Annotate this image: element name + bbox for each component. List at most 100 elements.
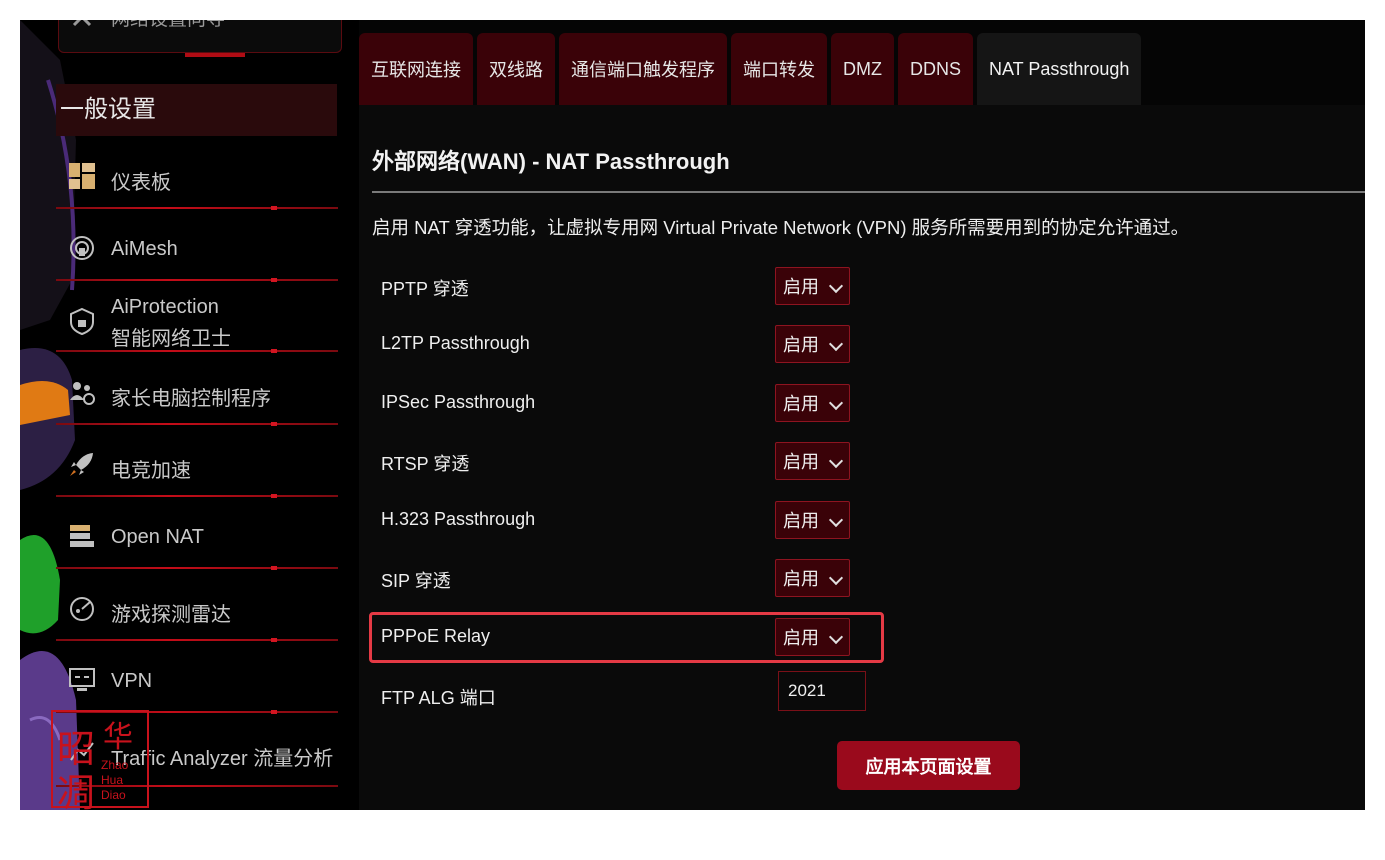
ipsec-select[interactable]: 启用 [775, 384, 850, 422]
sidebar-item-sublabel: 智能网络卫士 [111, 328, 231, 350]
setting-row-pppoe-relay: PPPoE Relay 启用 [381, 618, 901, 656]
select-value: 启用 [783, 511, 819, 531]
divider [56, 279, 338, 281]
setting-label: H.323 Passthrough [381, 509, 536, 529]
watermark-glyph: 凋 [57, 771, 96, 810]
setting-label: L2TP Passthrough [381, 333, 530, 353]
page-title: 外部网络(WAN) - NAT Passthrough [372, 149, 730, 174]
select-value: 启用 [783, 277, 819, 297]
divider-dot [271, 278, 277, 282]
chevron-down-icon [828, 570, 844, 586]
chevron-down-icon [828, 512, 844, 528]
chevron-down-icon [828, 395, 844, 411]
setting-label: IPSec Passthrough [381, 392, 536, 412]
sidebar-item-label: 仪表板 [111, 172, 171, 194]
divider-dot [271, 566, 277, 570]
divider [56, 495, 338, 497]
divider-dot [271, 710, 277, 714]
sidebar-item-game-radar[interactable]: 游戏探测雷达 [56, 590, 340, 642]
setting-row-rtsp: RTSP 穿透 启用 [381, 442, 901, 480]
router-admin-window: 网络设置向导 一般设置 仪表板 AiMesh AiProtection [20, 20, 1365, 810]
sidebar-item-network-wizard[interactable]: 网络设置向导 [58, 20, 342, 53]
tab-ddns[interactable]: DDNS [898, 33, 974, 105]
sidebar: 网络设置向导 一般设置 仪表板 AiMesh AiProtection [20, 20, 350, 810]
l2tp-select[interactable]: 启用 [775, 325, 850, 363]
watermark-text: Zhao [101, 758, 129, 772]
rtsp-select[interactable]: 启用 [775, 442, 850, 480]
rocket-icon [68, 450, 96, 478]
dashboard-icon [68, 162, 96, 190]
parental-control-icon [68, 378, 96, 406]
setting-row-ipsec: IPSec Passthrough 启用 [381, 384, 901, 422]
sip-select[interactable]: 启用 [775, 559, 850, 597]
setting-label: RTSP 穿透 [381, 454, 470, 474]
setting-label: PPTP 穿透 [381, 279, 469, 299]
sidebar-item-label: 电竞加速 [111, 460, 191, 482]
divider [56, 639, 338, 641]
pptp-select[interactable]: 启用 [775, 267, 850, 305]
tab-bar: 互联网连接 双线路 通信端口触发程序 端口转发 DMZ DDNS NAT Pas… [359, 33, 1142, 105]
main-panel: 互联网连接 双线路 通信端口触发程序 端口转发 DMZ DDNS NAT Pas… [359, 20, 1365, 810]
divider-dot [271, 494, 277, 498]
vpn-icon [68, 666, 96, 694]
sidebar-item-label: 网络设置向导 [111, 20, 225, 31]
tab-port-forwarding[interactable]: 端口转发 [731, 33, 827, 105]
select-value: 启用 [783, 452, 819, 472]
sidebar-item-open-nat[interactable]: Open NAT [56, 518, 340, 570]
divider [56, 207, 338, 209]
setting-label: PPPoE Relay [381, 626, 491, 646]
setting-label: FTP ALG 端口 [381, 688, 496, 708]
sidebar-item-label: AiMesh [111, 238, 178, 260]
select-value: 启用 [783, 569, 819, 589]
apply-button[interactable]: 应用本页面设置 [837, 741, 1020, 790]
setting-label: SIP 穿透 [381, 571, 451, 591]
divider [185, 53, 245, 57]
sidebar-item-aiprotection[interactable]: AiProtection 智能网络卫士 [56, 295, 340, 355]
sidebar-item-parental-control[interactable]: 家长电脑控制程序 [56, 374, 340, 426]
setting-row-sip: SIP 穿透 启用 [381, 559, 901, 597]
title-divider [372, 191, 1365, 193]
watermark-glyph: 华 [103, 720, 133, 755]
setting-row-l2tp: L2TP Passthrough 启用 [381, 325, 901, 363]
game-radar-icon [68, 594, 96, 622]
pppoe-relay-select[interactable]: 启用 [775, 618, 850, 656]
chevron-down-icon [828, 453, 844, 469]
tab-port-trigger[interactable]: 通信端口触发程序 [559, 33, 727, 105]
ftp-alg-port-input[interactable]: 2021 [778, 671, 866, 711]
sidebar-item-game-boost[interactable]: 电竞加速 [56, 446, 340, 498]
sidebar-item-label: 游戏探测雷达 [111, 604, 231, 626]
sidebar-item-aimesh[interactable]: AiMesh [56, 230, 340, 282]
chevron-down-icon [828, 278, 844, 294]
divider-dot [271, 349, 277, 353]
divider [56, 567, 338, 569]
select-value: 启用 [783, 628, 819, 648]
sidebar-item-label: 家长电脑控制程序 [111, 388, 271, 410]
sidebar-item-label: AiProtection [111, 296, 219, 318]
tab-dmz[interactable]: DMZ [831, 33, 894, 105]
tab-internet-connection[interactable]: 互联网连接 [359, 33, 473, 105]
watermark-seal: 昭 华 凋 Zhao Hua Diao [51, 710, 149, 810]
tab-dual-wan[interactable]: 双线路 [477, 33, 555, 105]
sidebar-group-title: 一般设置 [56, 84, 337, 136]
sidebar-item-dashboard[interactable]: 仪表板 [56, 158, 340, 210]
tab-nat-passthrough[interactable]: NAT Passthrough [977, 33, 1142, 105]
wizard-icon [71, 20, 93, 28]
select-value: 启用 [783, 335, 819, 355]
watermark-text: Hua [101, 773, 124, 787]
setting-row-ftp-alg: FTP ALG 端口 2021 [381, 671, 901, 714]
setting-row-h323: H.323 Passthrough 启用 [381, 501, 901, 539]
setting-row-pptp: PPTP 穿透 启用 [381, 267, 901, 305]
chevron-down-icon [828, 629, 844, 645]
sidebar-item-vpn[interactable]: VPN [56, 662, 340, 714]
chevron-down-icon [828, 336, 844, 352]
select-value: 启用 [783, 394, 819, 414]
content-area: 外部网络(WAN) - NAT Passthrough 启用 NAT 穿透功能，… [359, 105, 1365, 810]
watermark-text: Diao [101, 788, 126, 802]
sidebar-item-label: Open NAT [111, 526, 204, 548]
sidebar-item-label: VPN [111, 670, 153, 692]
shield-lock-icon [68, 307, 96, 335]
h323-select[interactable]: 启用 [775, 501, 850, 539]
divider [56, 423, 338, 425]
page-description: 启用 NAT 穿透功能，让虚拟专用网 Virtual Private Netwo… [372, 217, 1190, 238]
divider-dot [271, 638, 277, 642]
